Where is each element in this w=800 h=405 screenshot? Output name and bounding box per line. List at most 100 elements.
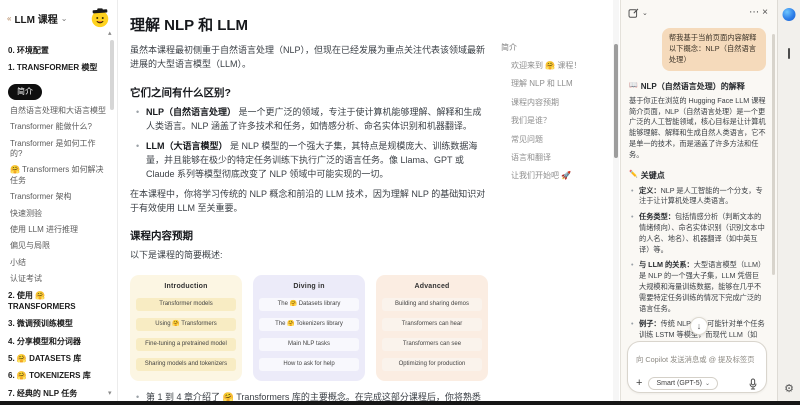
diagram-column-title: Introduction: [136, 283, 236, 290]
chevron-down-icon: ⌄: [705, 380, 710, 387]
bullet-chapters-1-4: 第 1 到 4 章介绍了 🤗 Transformers 库的主要概念。在完成这部…: [136, 391, 488, 401]
browser-sidebar-rail: ⚙: [777, 0, 800, 401]
course-title[interactable]: LLM 课程: [14, 11, 57, 26]
sidebar-item-how-transformers-work[interactable]: Transformer 是如何工作的?: [10, 139, 107, 160]
sidebar-item-chapter1[interactable]: 1. TRANSFORMER 模型: [8, 63, 107, 73]
page-scrollbar-thumb[interactable]: [614, 44, 618, 158]
course-overview-diagram: Introduction Transformer models Using 🤗 …: [130, 275, 488, 381]
sidebar-item-chapter3[interactable]: 3. 微调预训练模型: [8, 319, 107, 329]
key-point-label: 定义：: [639, 186, 661, 195]
chat-scrollbar-thumb[interactable]: [772, 34, 775, 275]
toc-item-lets-go[interactable]: 让我们开始吧 🚀: [511, 171, 611, 181]
message-composer: + Smart (GPT-5) ⌄: [627, 341, 767, 393]
key-point-label: 任务类型：: [639, 212, 675, 221]
diagram-item: Transformers can hear: [382, 318, 482, 331]
assistant-heading-text: 关键点: [641, 170, 665, 181]
more-options-icon[interactable]: ⋯: [749, 8, 759, 18]
scroll-up-icon[interactable]: ▴: [108, 30, 112, 37]
scroll-to-bottom-button[interactable]: ↓: [690, 317, 708, 335]
diagram-item: Using 🤗 Transformers: [136, 318, 236, 331]
selected-pill: 简介: [8, 84, 42, 100]
chapters-note-pre: 第 1 到 4 章介绍了 🤗 Transformers 库的主要概念。在完成这部…: [146, 392, 481, 401]
key-point-llm-relation: 与 LLM 的关系：大型语言模型（LLM）是 NLP 的一个强大子集，LLM 凭…: [631, 260, 766, 314]
difference-list: NLP（自然语言处理） 是一个更广泛的领域，专注于使计算机能够理解、解释和生成人…: [136, 106, 488, 182]
collapse-sidebar-icon[interactable]: «: [7, 14, 11, 23]
sidebar-item-transformer-architecture[interactable]: Transformer 架构: [10, 192, 107, 202]
sidebar-nav: 0. 环境配置 1. TRANSFORMER 模型 简介 自然语言处理和大语言模…: [0, 35, 117, 401]
chat-input[interactable]: [636, 355, 758, 364]
diagram-item: Transformers can see: [382, 338, 482, 351]
composer-toolbar: + Smart (GPT-5) ⌄: [636, 377, 758, 390]
sidebar-item-what-can-transformers-do[interactable]: Transformer 能做什么?: [10, 122, 107, 132]
copilot-chat-panel: ⌄ ⋯ × 帮我基于当前页面内容解释以下概念：NLP（自然语言处理） 📖 NLP…: [620, 0, 777, 401]
pencil-icon: ✏️: [629, 170, 638, 180]
sidebar-item-chapter2[interactable]: 2. 使用 🤗 TRANSFORMERS: [8, 291, 107, 312]
section-heading-difference: 它们之间有什么区别?: [130, 85, 488, 100]
chat-scrollbar[interactable]: [772, 28, 776, 337]
toc-item-faq[interactable]: 常见问题: [511, 135, 611, 145]
table-of-contents: 简介 欢迎来到 🤗 课程！ 理解 NLP 和 LLM 课程内容预期 我们是谁？ …: [501, 42, 611, 190]
intro-paragraph: 虽然本课程最初侧重于自然语言处理（NLP），但现在已经发展为重点关注代表该领域最…: [130, 44, 488, 72]
mic-button[interactable]: [748, 378, 758, 390]
sidebar-item-nlp-llm[interactable]: 自然语言处理和大语言模型: [10, 106, 107, 116]
app-window: « LLM 课程 ⌄ 0. 环境配置 1. TRANSFORMER 模型 简介 …: [0, 0, 800, 405]
assistant-section-heading: 📖 NLP（自然语言处理）的解释: [629, 81, 766, 92]
chevron-down-icon[interactable]: ⌄: [642, 9, 648, 17]
sidebar-item-chapter5[interactable]: 5. 🤗 DATASETS 库: [8, 354, 107, 364]
mic-icon: [748, 378, 758, 390]
toc-item-welcome[interactable]: 欢迎来到 🤗 课程！: [511, 61, 611, 71]
scroll-down-icon[interactable]: ▾: [108, 390, 112, 397]
user-message-bubble: 帮我基于当前页面内容解释以下概念：NLP（自然语言处理）: [662, 28, 766, 71]
sidebar-item-chapter4[interactable]: 4. 分享模型和分词器: [8, 337, 107, 347]
diagram-item: Main NLP tasks: [259, 338, 359, 351]
diagram-item: Transformer models: [136, 298, 236, 311]
toc-item-what-to-expect[interactable]: 课程内容预期: [511, 98, 611, 108]
page-scrollbar[interactable]: [613, 0, 619, 401]
sidebar-item-chapter6[interactable]: 6. 🤗 TOKENIZERS 库: [8, 371, 107, 381]
model-selector[interactable]: Smart (GPT-5) ⌄: [648, 377, 718, 390]
preview-intro-paragraph: 以下是课程的简要概述:: [130, 249, 488, 263]
diagram-item: Fine-tuning a pretrained model: [136, 338, 236, 351]
sidebar-item-certification[interactable]: 认证考试: [10, 274, 107, 284]
model-selector-label: Smart (GPT-5): [656, 380, 702, 387]
sidebar-item-chapter7[interactable]: 7. 经典的 NLP 任务: [8, 389, 107, 399]
huggingface-graduate-logo-icon: [89, 7, 111, 29]
assistant-heading-text: NLP（自然语言处理）的解释: [641, 81, 745, 92]
sidebar-item-llm-inference[interactable]: 使用 LLM 进行推理: [10, 225, 107, 235]
sidebar-item-intro-selected[interactable]: 简介: [8, 81, 107, 100]
sidebar-item-summary[interactable]: 小结: [10, 258, 107, 268]
diagram-item: The 🤗 Tokenizers library: [259, 318, 359, 331]
chat-conversation: 帮我基于当前页面内容解释以下概念：NLP（自然语言处理） 📖 NLP（自然语言处…: [629, 28, 766, 339]
down-arrow-icon: ↓: [697, 321, 702, 331]
sidebar-item-quick-quiz[interactable]: 快速测验: [10, 209, 107, 219]
bullet-llm: LLM（大语言模型） 是 NLP 模型的一个强大子集，其特点是规模庞大、训练数据…: [136, 140, 488, 182]
diagram-column-title: Diving in: [259, 283, 359, 290]
diagram-item: Sharing models and tokenizers: [136, 358, 236, 371]
sidebar-scrollbar-thumb[interactable]: [110, 40, 114, 110]
close-icon[interactable]: ×: [762, 8, 768, 18]
bullet-llm-label: LLM（大语言模型）: [146, 141, 228, 151]
book-icon: 📖: [629, 81, 638, 91]
sidebar-item-bias-limitations[interactable]: 偏见与局限: [10, 241, 107, 251]
chevron-down-icon[interactable]: ⌄: [61, 14, 68, 23]
add-attachment-button[interactable]: +: [636, 378, 642, 389]
sidebar-item-how-transformers-solve-tasks[interactable]: 🤗 Transformers 如何解决任务: [10, 165, 107, 186]
toc-item-languages[interactable]: 语言和翻译: [511, 153, 611, 163]
assistant-paragraph: 基于你正在浏览的 Hugging Face LLM 课程简介页面，NLP（自然语…: [629, 96, 766, 161]
key-point-label: 与 LLM 的关系：: [639, 260, 694, 269]
course-sidebar: « LLM 课程 ⌄ 0. 环境配置 1. TRANSFORMER 模型 简介 …: [0, 0, 118, 401]
copilot-icon[interactable]: [783, 8, 796, 21]
assistant-section-heading: ✏️ 关键点: [629, 170, 766, 181]
chapters-note-list: 第 1 到 4 章介绍了 🤗 Transformers 库的主要概念。在完成这部…: [136, 391, 488, 401]
diagram-item: Building and sharing demos: [382, 298, 482, 311]
assistant-message: 📖 NLP（自然语言处理）的解释 基于你正在浏览的 Hugging Face L…: [629, 81, 766, 339]
window-bottom-edge: [0, 401, 800, 405]
diagram-column-introduction: Introduction Transformer models Using 🤗 …: [130, 275, 242, 381]
sidebar-item-setup[interactable]: 0. 环境配置: [8, 46, 107, 56]
sidebar-scrollbar[interactable]: ▴ ▾: [108, 30, 116, 397]
new-chat-icon[interactable]: [628, 8, 639, 19]
toc-item-understanding-nlp-llm[interactable]: 理解 NLP 和 LLM: [511, 79, 611, 89]
settings-gear-icon[interactable]: ⚙: [784, 384, 794, 395]
toc-item-who-are-we[interactable]: 我们是谁？: [511, 116, 611, 126]
toc-header[interactable]: 简介: [501, 42, 611, 53]
